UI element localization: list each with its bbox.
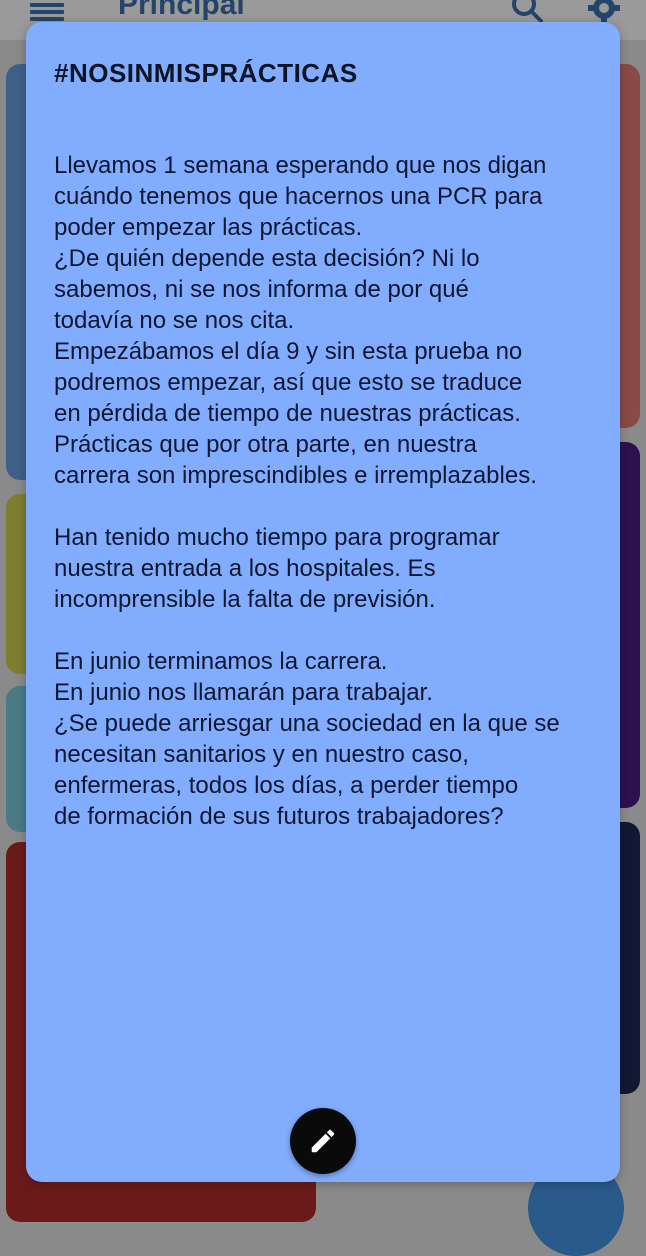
note-line: Empezábamos el día 9 y sin esta prueba n…: [54, 338, 523, 365]
note-line: podremos empezar, así que esto se traduc…: [54, 369, 523, 396]
pencil-icon: [311, 1129, 335, 1153]
edit-note-button[interactable]: [290, 1108, 356, 1174]
note-line: Prácticas que por otra parte, en nuestra: [54, 431, 477, 458]
note-line: Han tenido mucho tiempo para programar: [54, 524, 500, 551]
note-line: en pérdida de tiempo de nuestras práctic…: [54, 400, 521, 427]
note-line: nuestra entrada a los hospitales. Es: [54, 555, 436, 582]
note-line: cuándo tenemos que hacernos una PCR para: [54, 183, 543, 210]
note-line: sabemos, ni se nos informa de por qué: [54, 276, 469, 303]
app-title: Principal: [118, 0, 245, 21]
menu-icon[interactable]: [30, 0, 64, 22]
note-line: incomprensible la falta de previsión.: [54, 586, 436, 613]
note-line: poder empezar las prácticas.: [54, 214, 363, 241]
note-line: de formación de sus futuros trabajadores…: [54, 803, 504, 830]
note-line: ¿De quién depende esta decisión? Ni lo: [54, 245, 480, 272]
note-line: necesitan sanitarios y en nuestro caso,: [54, 741, 469, 768]
note-title: #NOSINMISPRÁCTICAS: [54, 58, 358, 88]
note-line: enfermeras, todos los días, a perder tie…: [54, 772, 519, 799]
note-line: En junio nos llamarán para trabajar.: [54, 679, 433, 706]
note-line: ¿Se puede arriesgar una sociedad en la q…: [54, 710, 560, 737]
note-line: carrera son imprescindibles e irremplaza…: [54, 462, 537, 489]
note-line: todavía no se nos cita.: [54, 307, 295, 334]
note-detail-card: #NOSINMISPRÁCTICAS Llevamos 1 semana esp…: [26, 22, 620, 1182]
note-line: En junio terminamos la carrera.: [54, 648, 388, 675]
search-icon[interactable]: [510, 0, 544, 24]
note-body: Llevamos 1 semana esperando que nos diga…: [54, 150, 606, 832]
note-line: Llevamos 1 semana esperando que nos diga…: [54, 152, 547, 179]
